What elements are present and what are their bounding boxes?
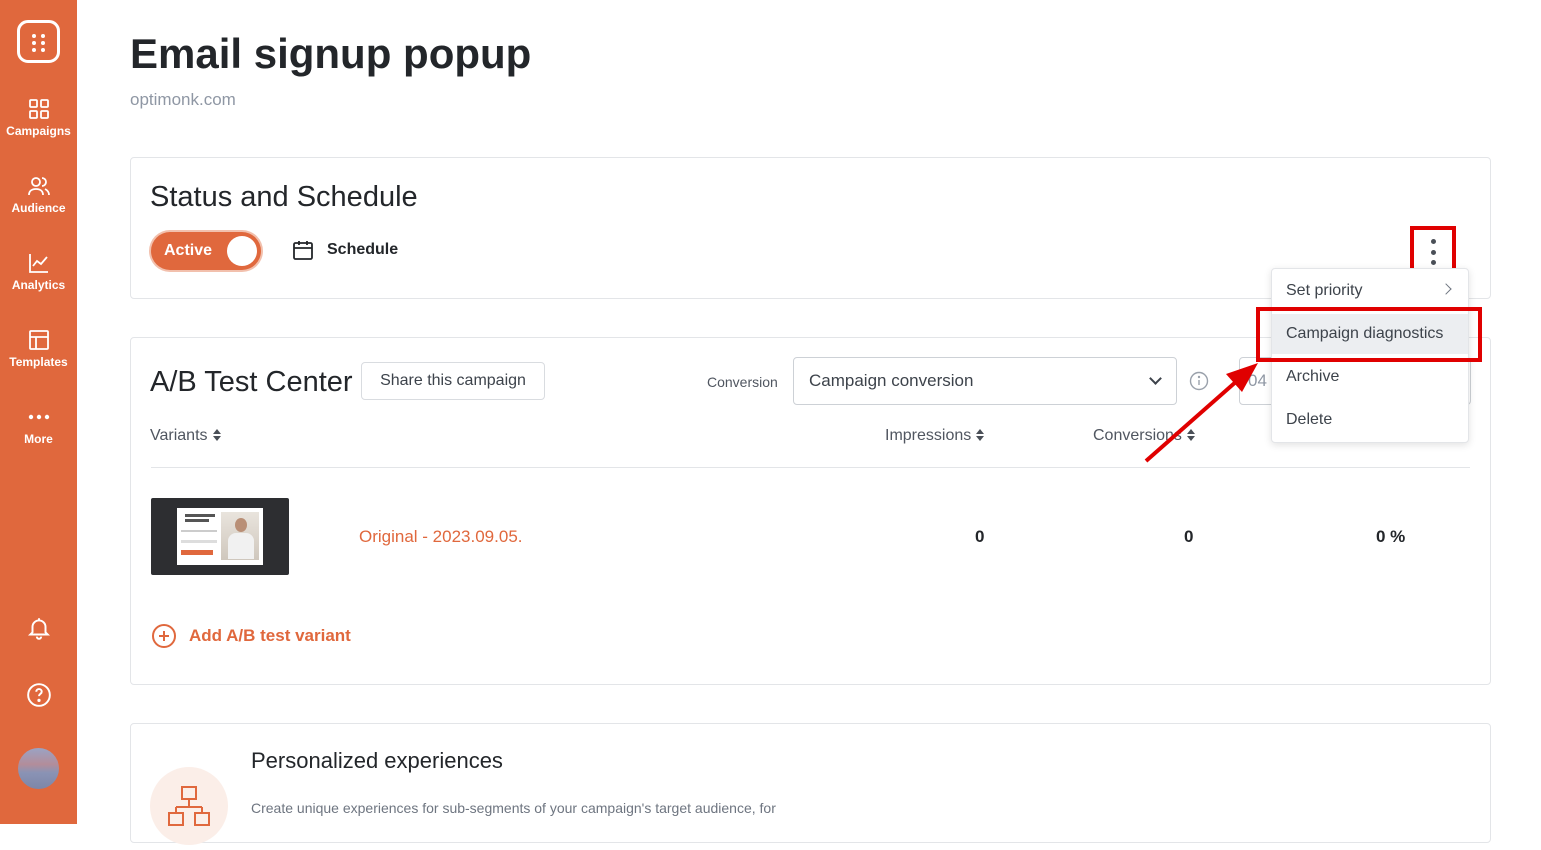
avatar[interactable]: [18, 748, 59, 789]
sidebar-item-label: Campaigns: [6, 124, 71, 138]
more-options-button[interactable]: [1410, 226, 1456, 274]
users-icon: [27, 177, 50, 196]
column-label: Impressions: [885, 427, 972, 444]
conversion-label: Conversion: [707, 374, 778, 390]
sidebar-item-templates[interactable]: Templates: [0, 328, 77, 369]
column-conversions[interactable]: Conversions: [1093, 427, 1195, 445]
sidebar-item-label: Audience: [11, 201, 66, 215]
personalized-description: Create unique experiences for sub-segmen…: [251, 800, 776, 816]
column-variants[interactable]: Variants: [150, 427, 221, 445]
layout-icon: [28, 330, 49, 350]
column-impressions[interactable]: Impressions: [885, 427, 985, 445]
page-domain: optimonk.com: [130, 90, 236, 109]
active-toggle[interactable]: Active: [151, 232, 261, 270]
conversions-value: 0: [1184, 527, 1194, 546]
schedule-button[interactable]: Schedule: [291, 238, 398, 262]
add-variant-button[interactable]: Add A/B test variant: [151, 623, 351, 649]
sidebar-item-label: Analytics: [11, 278, 66, 292]
logo-icon[interactable]: [17, 20, 60, 63]
impressions-value: 0: [975, 527, 985, 546]
menu-item-delete[interactable]: Delete: [1272, 400, 1468, 440]
personalized-title: Personalized experiences: [251, 748, 503, 773]
toggle-knob: [227, 236, 257, 266]
sidebar-item-campaigns[interactable]: Campaigns: [0, 97, 77, 138]
personalized-card: Personalized experiences Create unique e…: [130, 723, 1491, 845]
menu-item-label: Delete: [1286, 411, 1333, 428]
conversion-rate-value: 0 %: [1376, 527, 1406, 546]
chevron-right-icon: [1440, 283, 1452, 295]
menu-item-label: Archive: [1286, 368, 1340, 385]
sort-icon: [212, 429, 221, 443]
sort-icon: [976, 429, 985, 443]
date-range-value: 04: [1248, 371, 1267, 390]
sidebar-item-label: More: [24, 432, 53, 446]
page-title: Email signup popup: [130, 30, 532, 77]
menu-item-archive[interactable]: Archive: [1272, 357, 1468, 397]
sidebar: Campaigns Audience Analytics Templates M…: [0, 0, 77, 824]
highlight-box: [1256, 307, 1482, 362]
dots-icon: [28, 414, 49, 420]
info-icon[interactable]: [1189, 371, 1209, 391]
share-campaign-button[interactable]: Share this campaign: [361, 362, 545, 400]
divider: [151, 467, 1470, 468]
menu-item-set-priority[interactable]: Set priority: [1272, 271, 1468, 311]
menu-item-label: Set priority: [1286, 282, 1363, 299]
sidebar-item-analytics[interactable]: Analytics: [0, 251, 77, 292]
sidebar-item-label: Templates: [9, 355, 68, 369]
variant-name-link[interactable]: Original - 2023.09.05.: [359, 527, 523, 547]
bell-icon[interactable]: [26, 615, 52, 641]
conversion-select[interactable]: Campaign conversion: [793, 357, 1177, 405]
kebab-icon: [1431, 239, 1437, 265]
grid-icon: [28, 99, 49, 119]
variant-thumbnail[interactable]: [151, 498, 289, 575]
personalization-icon: [150, 767, 228, 845]
sidebar-item-audience[interactable]: Audience: [0, 174, 77, 215]
schedule-label: Schedule: [327, 241, 399, 258]
sort-icon: [1186, 429, 1195, 443]
help-icon[interactable]: [26, 682, 52, 708]
add-variant-label: Add A/B test variant: [189, 626, 351, 645]
ab-heading: A/B Test Center: [150, 366, 353, 398]
conversion-select-value: Campaign conversion: [809, 371, 974, 390]
chart-icon: [28, 254, 48, 273]
toggle-label: Active: [164, 242, 213, 259]
column-label: Variants: [150, 427, 208, 444]
chevron-down-icon: [1149, 372, 1162, 385]
calendar-icon: [293, 241, 313, 260]
plus-circle-icon: [152, 624, 176, 648]
sidebar-item-more[interactable]: More: [0, 405, 77, 446]
column-label: Conversions: [1093, 427, 1182, 444]
status-heading: Status and Schedule: [150, 181, 418, 213]
